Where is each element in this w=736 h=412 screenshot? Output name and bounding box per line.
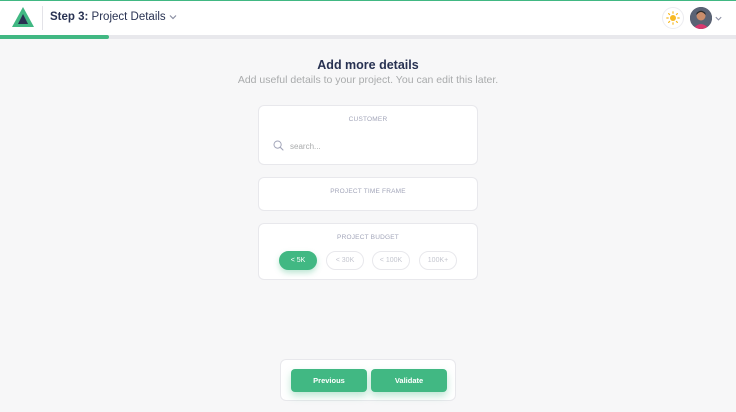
- avatar[interactable]: [690, 7, 712, 29]
- top-navbar: Step 3: Project Details: [0, 0, 736, 35]
- theme-toggle-button[interactable]: [662, 7, 684, 29]
- search-icon: [273, 140, 284, 151]
- wizard-navigation: Previous Validate: [280, 359, 456, 401]
- budget-option-100k-plus[interactable]: 100K+: [419, 251, 457, 270]
- step-title[interactable]: Step 3: Project Details: [50, 11, 166, 23]
- page-title: Add more details: [317, 58, 419, 72]
- customer-search: [273, 138, 453, 154]
- customer-search-input[interactable]: [290, 138, 450, 154]
- budget-option-100k[interactable]: < 100K: [372, 251, 410, 270]
- navbar-divider: [42, 6, 43, 30]
- validate-button[interactable]: Validate: [371, 369, 447, 392]
- progress-bar: [0, 35, 736, 39]
- timeframe-card[interactable]: Project Time Frame: [258, 177, 478, 211]
- budget-label: Project Budget: [337, 234, 399, 241]
- timeframe-label: Project Time Frame: [330, 188, 406, 195]
- budget-card: Project Budget < 5K < 30K < 100K 100K+: [258, 223, 478, 280]
- page-subtitle: Add useful details to your project. You …: [237, 74, 499, 86]
- customer-label: Customer: [348, 116, 388, 123]
- previous-button[interactable]: Previous: [291, 369, 367, 392]
- logo-icon[interactable]: [12, 7, 34, 27]
- sun-icon: [666, 11, 680, 25]
- step-name: Project Details: [91, 11, 166, 23]
- budget-option-30k[interactable]: < 30K: [326, 251, 364, 270]
- progress-fill: [0, 35, 109, 39]
- customer-card: Customer: [258, 105, 478, 165]
- step-prefix: Step 3:: [50, 11, 89, 23]
- chevron-down-icon[interactable]: [168, 12, 178, 22]
- budget-option-5k[interactable]: < 5K: [279, 251, 317, 270]
- chevron-down-icon[interactable]: [714, 14, 723, 23]
